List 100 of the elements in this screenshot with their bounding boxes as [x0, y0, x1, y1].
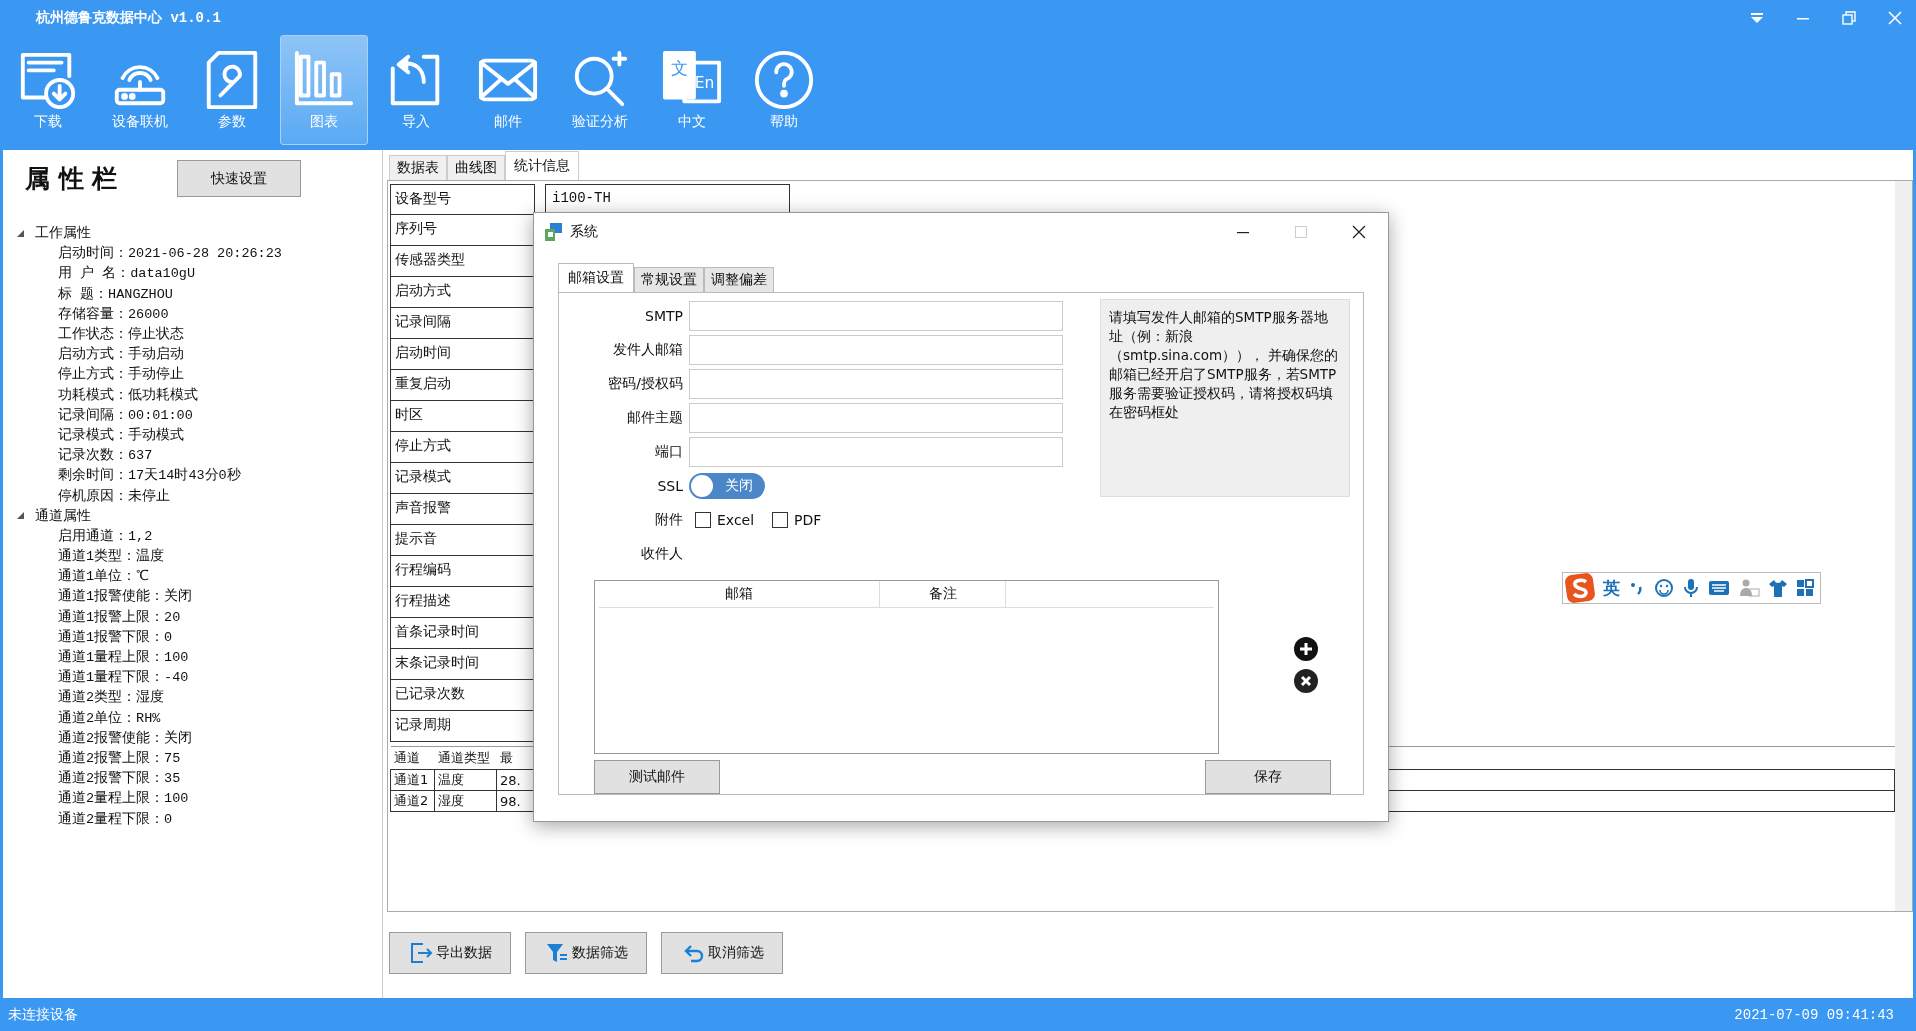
input-field[interactable] — [689, 301, 1063, 331]
microphone-icon[interactable] — [1682, 578, 1700, 598]
dialog-button[interactable]: 保存 — [1205, 760, 1331, 794]
table-cell: 首条记录时间 — [390, 618, 535, 649]
grid-icon[interactable] — [1796, 579, 1814, 597]
tree-item[interactable]: 记录模式：手动模式 — [58, 425, 184, 444]
field-label: SSL — [656, 478, 684, 494]
action-button[interactable]: 数据筛选 — [525, 932, 647, 974]
tree-item[interactable]: 剩余时间：17天14时43分0秒 — [58, 466, 241, 485]
tree-item[interactable]: 通道属性 — [35, 506, 91, 525]
app-icon — [544, 222, 564, 242]
tab[interactable]: 曲线图 — [447, 155, 505, 180]
restore-icon[interactable] — [1842, 10, 1856, 25]
table-cell: 启动时间 — [390, 339, 535, 370]
input-field[interactable] — [689, 369, 1063, 399]
table-cell: 序列号 — [390, 215, 535, 246]
table-cell: 停止方式 — [390, 432, 535, 463]
close-icon[interactable] — [1352, 225, 1366, 239]
panel-title: 属 性 栏 — [25, 163, 118, 195]
tree-item[interactable]: 通道2报警下限：35 — [58, 769, 181, 788]
tree-item[interactable]: 停止方式：手动停止 — [58, 365, 184, 384]
tree-item[interactable]: 通道1量程上限：100 — [58, 648, 189, 667]
tree-item[interactable]: 工作属性 — [35, 224, 91, 243]
dialog-button[interactable]: 测试邮件 — [594, 760, 720, 794]
table-cell: 通道2 — [390, 790, 435, 812]
checkbox[interactable] — [695, 512, 711, 528]
tree-item[interactable]: 通道1单位：℃ — [58, 567, 150, 586]
tree-item[interactable]: 通道1量程下限：-40 — [58, 668, 189, 687]
table-cell: 声音报警 — [390, 494, 535, 525]
tab[interactable]: 统计信息 — [505, 151, 579, 180]
input-mode[interactable]: 英 — [1603, 576, 1620, 600]
column-header: 备注 — [880, 581, 1006, 607]
help-text: 请填写发件人邮箱的SMTP服务器地址（例：新浪（smtp.sina.com））， 并确保您的邮箱已经开启了SMTP服务，若SMTP服务需要验证授权码，请将授权码填在密码框处 — [1100, 299, 1350, 497]
tree-item[interactable]: 记录间隔：00:01:00 — [58, 405, 193, 424]
action-button[interactable]: 导出数据 — [389, 932, 511, 974]
column-header: 通道 — [390, 746, 435, 770]
dropdown-icon[interactable] — [1750, 11, 1764, 24]
checkbox-label[interactable]: PDF — [794, 512, 822, 528]
add-icon[interactable] — [1294, 637, 1318, 661]
tree-item[interactable]: 停机原因：未停止 — [58, 486, 170, 505]
checkbox[interactable] — [772, 512, 789, 528]
tree-item[interactable]: 通道1类型：温度 — [58, 547, 165, 566]
expand-toggle-icon[interactable] — [16, 228, 25, 238]
dialog-title: 系统 — [570, 223, 598, 241]
quick-setup-button[interactable]: 快速设置 — [177, 160, 302, 197]
input-field[interactable] — [689, 335, 1063, 365]
table-cell: 温度 — [434, 769, 497, 791]
status-text: 未连接设备 — [8, 1005, 78, 1024]
tree-item[interactable]: 启用通道：1,2 — [58, 526, 153, 545]
tree-item[interactable]: 记录次数：637 — [58, 446, 153, 465]
shirt-icon[interactable] — [1768, 578, 1788, 598]
maximize-icon — [1294, 225, 1308, 239]
field-label: SMTP — [644, 308, 684, 324]
tab[interactable]: 常规设置 — [634, 267, 704, 292]
table-cell: 传感器类型 — [390, 246, 535, 277]
tree-item[interactable]: 通道2类型：湿度 — [58, 688, 165, 707]
tree-item[interactable]: 通道1报警上限：20 — [58, 607, 181, 626]
remove-icon[interactable] — [1294, 669, 1318, 693]
column-header: 通道类型 — [434, 746, 497, 770]
smiley-icon[interactable] — [1654, 578, 1674, 598]
tree-item[interactable]: 通道2量程下限：0 — [58, 809, 173, 828]
table-cell: 记录周期 — [390, 711, 535, 742]
window-title: 杭州德鲁克数据中心 v1.0.1 — [36, 8, 221, 27]
table-cell: 末条记录时间 — [390, 649, 535, 680]
keyboard-icon[interactable] — [1708, 579, 1730, 597]
table-cell: 通道1 — [390, 769, 435, 791]
field-label: 邮件主题 — [626, 409, 684, 427]
tab[interactable]: 调整偏差 — [704, 267, 774, 292]
table-cell: 重复启动 — [390, 370, 535, 401]
tree-item[interactable]: 标 题：HANGZHOU — [58, 284, 173, 303]
tree-item[interactable]: 工作状态：停止状态 — [58, 325, 184, 344]
tree-item[interactable]: 通道2单位：RH% — [58, 708, 161, 727]
tab[interactable]: 数据表 — [389, 155, 447, 180]
tab[interactable]: 邮箱设置 — [558, 263, 634, 292]
field-label: 端口 — [654, 443, 684, 461]
input-field[interactable] — [689, 403, 1063, 433]
table-cell: 已记录次数 — [390, 680, 535, 711]
action-button[interactable]: 取消筛选 — [661, 932, 783, 974]
table-cell: 记录间隔 — [390, 308, 535, 339]
expand-toggle-icon[interactable] — [16, 511, 25, 521]
toggle-switch[interactable]: 关闭 — [689, 473, 765, 499]
tree-item[interactable]: 通道2量程上限：100 — [58, 789, 189, 808]
tree-item[interactable]: 通道1报警下限：0 — [58, 627, 173, 646]
tree-item[interactable]: 用 户 名：data10gU — [58, 264, 195, 283]
tree-item[interactable]: 通道2报警上限：75 — [58, 748, 181, 767]
column-header: 邮箱 — [599, 581, 880, 607]
input-field[interactable] — [689, 437, 1063, 467]
table-cell: 启动方式 — [390, 277, 535, 308]
scrollbar[interactable] — [1895, 181, 1912, 911]
tree-item[interactable]: 功耗模式：低功耗模式 — [58, 385, 198, 404]
tree-item[interactable]: 启动方式：手动启动 — [58, 345, 184, 364]
status-time: 2021-07-09 09:41:43 — [1734, 1006, 1894, 1023]
checkbox-label[interactable]: Excel — [717, 512, 755, 528]
field-label: 附件 — [654, 511, 684, 529]
export-icon — [408, 941, 433, 965]
tree-item[interactable]: 启动时间：2021-06-28 20:26:23 — [58, 244, 282, 263]
tree-item[interactable]: 通道2报警使能：关闭 — [58, 728, 193, 747]
tree-item[interactable]: 存储容量：26000 — [58, 304, 169, 323]
table-cell: 行程编码 — [390, 556, 535, 587]
tree-item[interactable]: 通道1报警使能：关闭 — [58, 587, 193, 606]
